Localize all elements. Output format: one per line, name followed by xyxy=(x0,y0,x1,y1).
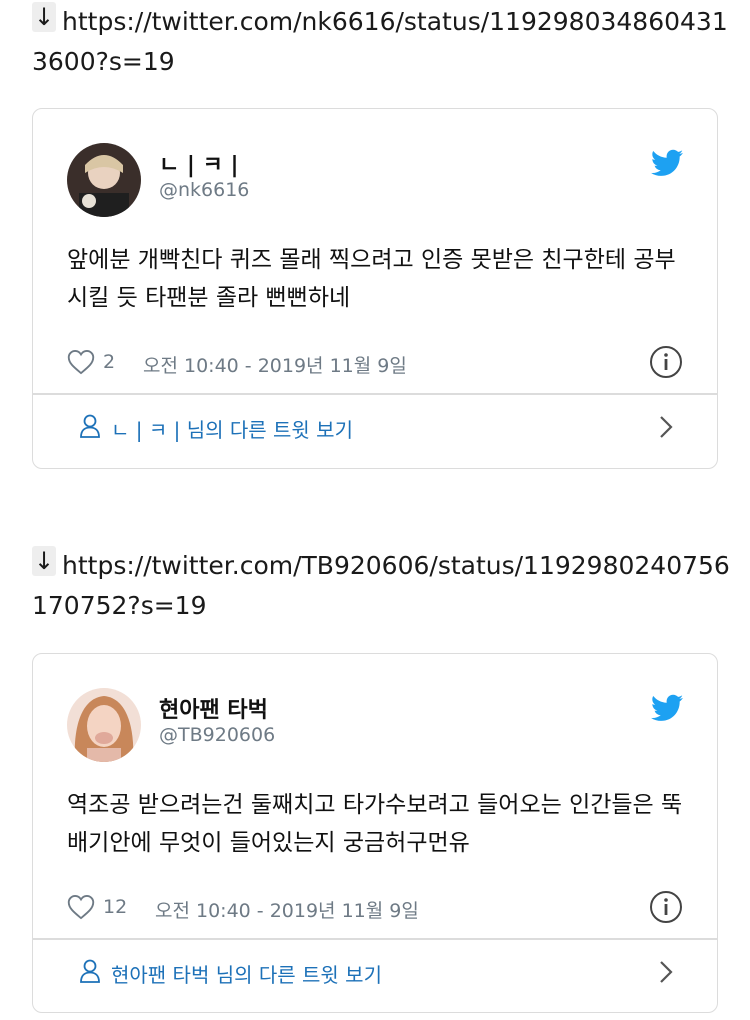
more-tweets-label[interactable]: ㄴ | ㅋ | 님의 다른 트윗 보기 xyxy=(111,414,353,443)
avatar[interactable] xyxy=(67,143,141,217)
twitter-bird-icon[interactable] xyxy=(651,149,683,177)
user-handle[interactable]: @nk6616 xyxy=(159,179,249,201)
twitter-bird-icon[interactable] xyxy=(651,694,683,722)
timestamp[interactable]: 오전 10:40 - 2019년 11월 9일 xyxy=(143,351,407,378)
more-tweets-link[interactable]: ㄴ | ㅋ | 님의 다른 트윗 보기 xyxy=(33,395,717,461)
tweet-text: 앞에분 개빡친다 퀴즈 몰래 찍으려고 인증 못받은 친구한테 공부시킬 듯 타… xyxy=(67,247,676,311)
person-icon xyxy=(80,959,100,983)
tweet-card-1: ㄴ | ㅋ | @nk6616 앞에분 개빡친다 퀴즈 몰래 찍으려고 인증 못… xyxy=(32,108,718,469)
like-count: 2 xyxy=(103,351,116,373)
heart-icon[interactable] xyxy=(67,894,95,920)
tweet-card-2: 현아팬 타벅 @TB920606 역조공 받으려는건 둘째치고 타가수보려고 들… xyxy=(32,653,718,1013)
heart-icon[interactable] xyxy=(67,349,95,375)
chevron-right-icon[interactable] xyxy=(659,415,673,439)
tweet-link-2[interactable]: ↓ https://twitter.com/TB920606/status/119… xyxy=(32,546,732,626)
display-name[interactable]: 현아팬 타벅 xyxy=(159,692,268,724)
more-tweets-label[interactable]: 현아팬 타벅 님의 다른 트윗 보기 xyxy=(111,959,382,988)
info-icon[interactable] xyxy=(649,345,683,379)
avatar[interactable] xyxy=(67,688,141,762)
down-arrow-icon: ↓ xyxy=(32,2,56,32)
tweet-url[interactable]: https://twitter.com/TB920606/status/1192… xyxy=(32,551,730,620)
tweet-link-1[interactable]: ↓ https://twitter.com/nk6616/status/11929… xyxy=(32,2,732,82)
like-count: 12 xyxy=(103,896,128,918)
down-arrow-icon: ↓ xyxy=(32,546,56,576)
tweet-text: 역조공 받으려는건 둘째치고 타가수보려고 들어오는 인간들은 뚝배기안에 무엇… xyxy=(67,792,683,856)
chevron-right-icon[interactable] xyxy=(659,960,673,984)
timestamp[interactable]: 오전 10:40 - 2019년 11월 9일 xyxy=(155,896,419,923)
person-icon xyxy=(80,414,100,438)
tweet-url[interactable]: https://twitter.com/nk6616/status/119298… xyxy=(32,7,728,76)
more-tweets-link[interactable]: 현아팬 타벅 님의 다른 트윗 보기 xyxy=(33,940,717,1006)
info-icon[interactable] xyxy=(649,890,683,924)
user-handle[interactable]: @TB920606 xyxy=(159,724,275,746)
display-name[interactable]: ㄴ | ㅋ | xyxy=(159,147,239,179)
